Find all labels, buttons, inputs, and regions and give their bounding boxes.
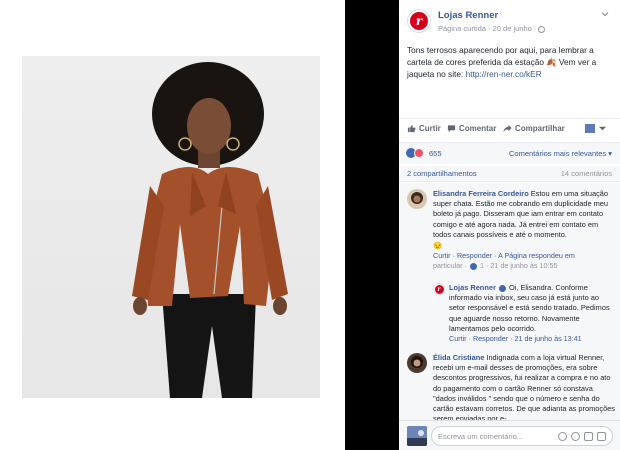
globe-icon: [538, 25, 546, 33]
renner-logo-icon: r: [410, 12, 428, 30]
comment-body: Lojas Renner Oi, Elisandra. Conforme inf…: [449, 283, 613, 344]
post-as-selector[interactable]: [585, 124, 607, 133]
comment-input-placeholder: Escreva um comentário...: [438, 432, 524, 441]
comment-label: Comentar: [459, 124, 497, 133]
comment-text: Indignada com a loja virtual Renner, rec…: [433, 353, 615, 420]
reactions-bar: 655 Comentários mais relevantes ▾: [399, 142, 620, 164]
comment-button[interactable]: Comentar: [447, 124, 496, 133]
comment-body: Élida Cristiane Indignada com a loja vir…: [433, 353, 615, 420]
thumbs-up-icon: [407, 124, 416, 133]
chevron-down-icon[interactable]: [600, 9, 610, 19]
caret-down-icon: ▾: [608, 149, 612, 158]
love-reaction-icon: [414, 148, 424, 158]
gif-icon[interactable]: [584, 432, 593, 441]
avatar[interactable]: [407, 353, 427, 373]
share-icon: [503, 124, 512, 133]
like-reaction-icon: [469, 262, 477, 270]
action-bar: Curtir Comentar Compartilhar: [399, 118, 620, 140]
comment-actions-line2: particular ·: [433, 261, 469, 271]
camera-icon[interactable]: [571, 432, 580, 441]
comment-sort-dropdown[interactable]: Comentários mais relevantes ▾: [509, 149, 612, 158]
comment-actions-line1[interactable]: Curtir · Responder · A Página respondeu …: [433, 251, 575, 260]
comment-time: · 21 de junho às 10:55: [483, 261, 558, 271]
post-meta: Página curtida · 20 de junho ·: [438, 24, 546, 33]
comment-author[interactable]: Élida Cristiane: [433, 353, 484, 362]
avatar[interactable]: r: [433, 283, 445, 295]
renner-logo-icon: r: [434, 284, 444, 294]
post-header: r Lojas Renner Página curtida · 20 de ju…: [399, 0, 620, 40]
comment-composer: Escreva um comentário...: [399, 420, 620, 450]
page-name[interactable]: Lojas Renner: [438, 10, 498, 21]
share-button[interactable]: Compartilhar: [503, 124, 565, 133]
caret-down-icon: [598, 126, 607, 131]
avatar: [407, 426, 427, 446]
comment-author[interactable]: Elisandra Ferreira Cordeiro: [433, 189, 529, 198]
like-label: Curtir: [419, 124, 441, 133]
comment-sort-label: Comentários mais relevantes: [509, 149, 607, 158]
sticker-icon[interactable]: [597, 432, 606, 441]
page-thumb-icon: [585, 124, 595, 133]
composer-icons: [558, 432, 606, 441]
shares-count[interactable]: 2 compartilhamentos: [407, 169, 477, 178]
post-text: Tons terrosos aparecendo por aqui, para …: [407, 44, 615, 80]
avatar[interactable]: [407, 189, 427, 209]
post-panel: r Lojas Renner Página curtida · 20 de ju…: [399, 0, 620, 450]
comments-list: Elisandra Ferreira Cordeiro Estou em uma…: [399, 183, 620, 420]
photo-viewer: [0, 0, 345, 450]
comments-count: 14 comentários: [560, 169, 612, 178]
comment-emoji: 😒: [433, 241, 443, 251]
post-meta-text: Página curtida · 20 de junho ·: [438, 24, 539, 33]
comment-body: Elisandra Ferreira Cordeiro Estou em uma…: [433, 189, 615, 271]
post-photo[interactable]: [22, 56, 320, 398]
share-label: Compartilhar: [515, 124, 565, 133]
verified-badge-icon: [498, 284, 506, 292]
comment-input[interactable]: Escreva um comentário...: [431, 426, 613, 446]
comment-actions: Curtir · Responder · A Página respondeu …: [433, 251, 615, 271]
comment-icon: [447, 125, 456, 133]
emoji-icon[interactable]: [558, 432, 567, 441]
comment-actions-line[interactable]: Curtir · Responder · 21 de junho às 13:4…: [449, 334, 582, 343]
reaction-count[interactable]: 655: [429, 149, 442, 158]
post-link[interactable]: http://ren-ner.co/kER: [466, 69, 542, 79]
shares-bar: 2 compartilhamentos 14 comentários: [399, 166, 620, 182]
jacket-model-illustration: [132, 62, 288, 398]
comment-author[interactable]: Lojas Renner: [449, 283, 496, 292]
page-avatar[interactable]: r: [407, 9, 431, 33]
comment-actions: Curtir · Responder · 21 de junho às 13:4…: [449, 334, 613, 344]
like-button[interactable]: Curtir: [407, 124, 441, 133]
